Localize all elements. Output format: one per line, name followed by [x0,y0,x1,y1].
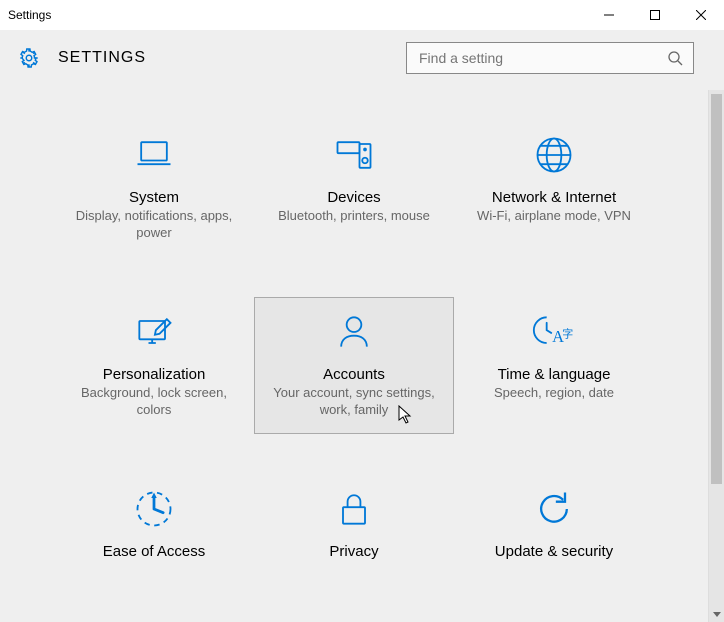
tile-desc: Wi-Fi, airplane mode, VPN [461,208,647,225]
tile-ease-of-access[interactable]: Ease of Access [54,474,254,577]
tile-title: Devices [261,189,447,206]
close-button[interactable] [678,0,724,30]
app-header: SETTINGS [0,30,724,74]
tile-desc: Your account, sync settings, work, famil… [261,385,447,419]
search-input[interactable] [417,49,667,67]
tile-desc: Display, notifications, apps, power [61,208,247,242]
tile-desc: Background, lock screen, colors [61,385,247,419]
maximize-button[interactable] [632,0,678,30]
devices-icon [261,131,447,179]
window-controls [586,0,724,30]
person-icon [261,308,447,356]
tile-title: Privacy [261,543,447,560]
search-icon [667,50,683,66]
scroll-down-arrow[interactable] [709,606,724,622]
tile-network[interactable]: Network & Internet Wi-Fi, airplane mode,… [454,120,654,257]
tile-title: Update & security [461,543,647,560]
tile-title: Personalization [61,366,247,383]
tile-accounts[interactable]: Accounts Your account, sync settings, wo… [254,297,454,434]
tile-title: Accounts [261,366,447,383]
svg-text:字: 字 [562,326,573,340]
tile-personalization[interactable]: Personalization Background, lock screen,… [54,297,254,434]
tile-title: Time & language [461,366,647,383]
lock-icon [261,485,447,533]
tile-system[interactable]: System Display, notifications, apps, pow… [54,120,254,257]
minimize-button[interactable] [586,0,632,30]
app-title: SETTINGS [58,49,146,67]
vertical-scrollbar[interactable] [708,90,724,622]
laptop-icon [61,131,247,179]
scrollbar-thumb[interactable] [711,94,722,484]
tile-update-security[interactable]: Update & security [454,474,654,577]
personalization-icon [61,308,247,356]
gear-icon [18,47,40,69]
search-box[interactable] [406,42,694,74]
tile-privacy[interactable]: Privacy [254,474,454,577]
tile-desc: Speech, region, date [461,385,647,402]
window-title: Settings [8,8,51,22]
tile-devices[interactable]: Devices Bluetooth, printers, mouse [254,120,454,257]
ease-of-access-icon [61,485,247,533]
time-language-icon: A 字 [461,308,647,356]
tile-title: Network & Internet [461,189,647,206]
tile-title: System [61,189,247,206]
tile-time-language[interactable]: A 字 Time & language Speech, region, date [454,297,654,434]
tile-desc: Bluetooth, printers, mouse [261,208,447,225]
settings-grid: System Display, notifications, apps, pow… [30,120,678,577]
update-icon [461,485,647,533]
globe-icon [461,131,647,179]
tile-title: Ease of Access [61,543,247,560]
window-titlebar: Settings [0,0,724,30]
